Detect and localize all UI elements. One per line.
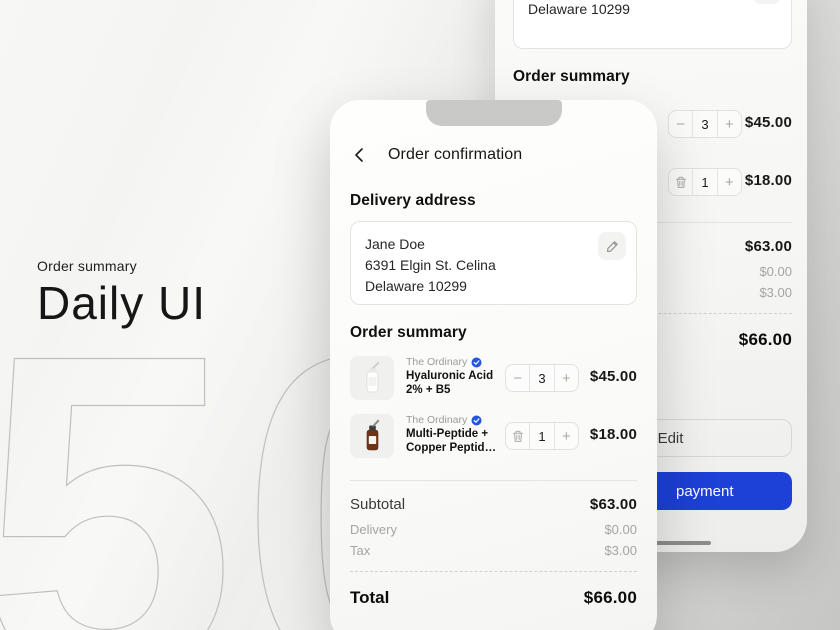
subtotal-label: Subtotal xyxy=(350,496,405,513)
plus-icon: + xyxy=(725,117,734,132)
delivery-address-card: Jane Doe 6391 Elgin St. Celina Delaware … xyxy=(350,221,637,305)
tax-value: $3.00 xyxy=(759,285,792,300)
decrease-quantity-button[interactable]: − xyxy=(669,111,692,137)
plus-icon: + xyxy=(562,429,571,444)
product-brand: The Ordinary xyxy=(406,414,467,426)
totals-block: Subtotal $63.00 Delivery $0.00 Tax $3.00… xyxy=(350,480,637,608)
delivery-value: $0.00 xyxy=(604,522,637,537)
remove-item-button[interactable] xyxy=(669,169,692,195)
trash-icon xyxy=(675,176,687,189)
remove-item-button[interactable] xyxy=(506,423,529,449)
delivery-address-card-back: 6391 Elgin St. Celina Delaware 10299 xyxy=(513,0,792,49)
page-title: Order confirmation xyxy=(388,146,522,164)
trash-icon xyxy=(512,430,524,443)
payment-button-label: payment xyxy=(676,483,734,500)
edit-address-button[interactable] xyxy=(598,232,626,260)
hero-title: Daily UI xyxy=(37,276,206,330)
plus-icon: + xyxy=(725,175,734,190)
divider xyxy=(350,480,637,481)
increase-quantity-button[interactable]: + xyxy=(717,111,741,137)
dashed-divider xyxy=(350,571,637,572)
phone-notch xyxy=(426,100,562,126)
address-name: Jane Doe xyxy=(365,234,622,255)
subtotal-value: $63.00 xyxy=(745,238,792,255)
address-line1: 6391 Elgin St. Celina xyxy=(365,255,622,276)
serum-bottle-white-icon xyxy=(357,360,387,396)
quantity-stepper: 1 + xyxy=(668,168,742,196)
back-button[interactable] xyxy=(350,146,368,164)
hero-block: Order summary Daily UI xyxy=(37,258,206,330)
product-brand: The Ordinary xyxy=(406,356,467,368)
quantity-stepper: − 3 + xyxy=(505,364,579,392)
item-price: $18.00 xyxy=(745,172,792,189)
quantity-stepper: 1 + xyxy=(505,422,579,450)
quantity-value: 1 xyxy=(692,169,716,195)
product-info: The Ordinary Hyaluronic Acid 2% + B5 xyxy=(406,356,506,397)
phone-mockup-front: Order confirmation Delivery address Jane… xyxy=(330,100,657,630)
address-line2: Delaware 10299 xyxy=(528,0,777,20)
increase-quantity-button[interactable]: + xyxy=(554,365,578,391)
serum-bottle-amber-icon xyxy=(357,418,387,454)
total-value: $66.00 xyxy=(584,588,637,608)
subtotal-value: $63.00 xyxy=(590,496,637,513)
order-item-row: The Ordinary Hyaluronic Acid 2% + B5 − 3… xyxy=(350,356,637,400)
delivery-label: Delivery xyxy=(350,522,397,537)
item-price: $45.00 xyxy=(590,368,637,385)
tax-label: Tax xyxy=(350,543,370,558)
order-summary-heading-back: Order summary xyxy=(513,68,630,86)
increase-quantity-button[interactable]: + xyxy=(717,169,741,195)
edit-button-label: Edit xyxy=(658,430,684,447)
delivery-address-heading: Delivery address xyxy=(350,192,476,210)
increase-quantity-button[interactable]: + xyxy=(554,423,578,449)
product-info: The Ordinary Multi-Peptide + Copper Pept… xyxy=(406,414,506,455)
order-item-row: The Ordinary Multi-Peptide + Copper Pept… xyxy=(350,414,637,458)
hero-eyebrow: Order summary xyxy=(37,258,206,274)
address-line2: Delaware 10299 xyxy=(365,276,622,297)
item-price: $18.00 xyxy=(590,426,637,443)
item-price: $45.00 xyxy=(745,114,792,131)
chevron-left-icon xyxy=(354,148,364,162)
quantity-value: 3 xyxy=(529,365,553,391)
product-name: Multi-Peptide + Copper Peptid… xyxy=(406,428,506,455)
product-thumbnail xyxy=(350,356,394,400)
screen-header: Order confirmation xyxy=(350,146,522,164)
total-value: $66.00 xyxy=(739,330,792,350)
plus-icon: + xyxy=(562,371,571,386)
tax-value: $3.00 xyxy=(604,543,637,558)
minus-icon: − xyxy=(676,117,685,132)
decrease-quantity-button[interactable]: − xyxy=(506,365,529,391)
quantity-value: 1 xyxy=(529,423,553,449)
order-summary-heading: Order summary xyxy=(350,324,467,342)
verified-badge-icon xyxy=(471,415,482,426)
verified-badge-icon xyxy=(471,357,482,368)
quantity-value: 3 xyxy=(692,111,716,137)
pencil-icon xyxy=(606,240,619,253)
total-label: Total xyxy=(350,588,389,608)
minus-icon: − xyxy=(513,371,522,386)
quantity-stepper: − 3 + xyxy=(668,110,742,138)
delivery-value: $0.00 xyxy=(759,264,792,279)
product-name: Hyaluronic Acid 2% + B5 xyxy=(406,370,506,397)
product-thumbnail xyxy=(350,414,394,458)
